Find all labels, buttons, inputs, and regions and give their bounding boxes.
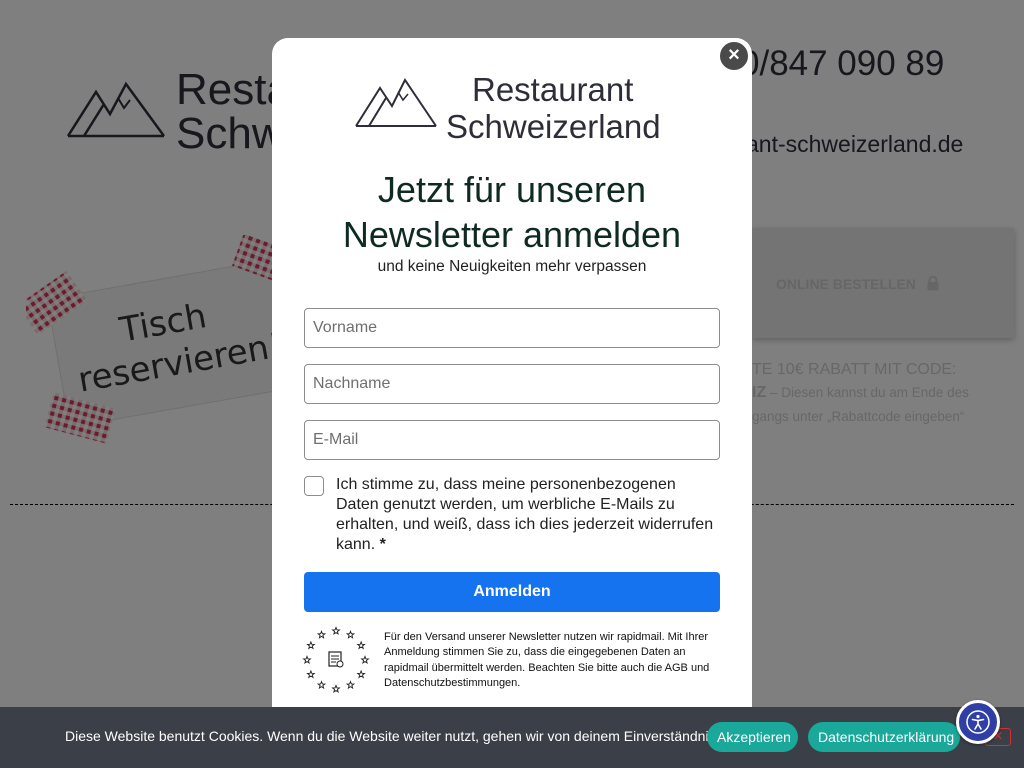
accessibility-icon[interactable] [956, 700, 1000, 744]
newsletter-title: Jetzt für unseren Newsletter anmelden [342, 169, 682, 255]
eu-star [302, 655, 312, 664]
firstname-field[interactable] [304, 308, 720, 348]
cookie-bar: Diese Website benutzt Cookies. Wenn du d… [0, 707, 1024, 768]
eu-star [306, 669, 316, 679]
accessibility-figure-icon [966, 710, 990, 734]
newsletter-subtitle: und keine Neuigkeiten mehr verpassen [377, 258, 647, 275]
eu-star [316, 629, 327, 639]
eu-star [345, 629, 356, 639]
eu-star [331, 626, 341, 635]
eu-stars-badge-icon [302, 626, 370, 693]
subscribe-button[interactable]: Anmelden [304, 572, 720, 612]
lastname-field[interactable] [304, 364, 720, 404]
email-field[interactable] [304, 420, 720, 460]
eu-star [356, 640, 366, 650]
legal-notice: Für den Versand unserer Newsletter nutze… [384, 631, 710, 689]
eu-star [316, 680, 327, 690]
modal-brand-name: Restaurant Schweizerland [446, 71, 661, 145]
consent-label[interactable]: Ich stimme zu, dass meine personenbezoge… [336, 475, 720, 555]
eu-star [356, 669, 366, 679]
newsletter-modal: Restaurant Schweizerland Jetzt für unser… [272, 38, 752, 718]
eu-star [345, 680, 356, 690]
close-icon[interactable]: × [718, 40, 750, 72]
eu-star [360, 655, 370, 664]
privacy-policy-button[interactable]: Datenschutzerklärung [808, 722, 960, 752]
eu-star [331, 684, 341, 693]
cookie-notice-text: Diese Website benutzt Cookies. Wenn du d… [65, 728, 746, 744]
accept-cookies-button[interactable]: Akzeptieren [707, 722, 798, 752]
consent-checkbox[interactable] [304, 476, 324, 496]
eu-star [306, 640, 316, 650]
